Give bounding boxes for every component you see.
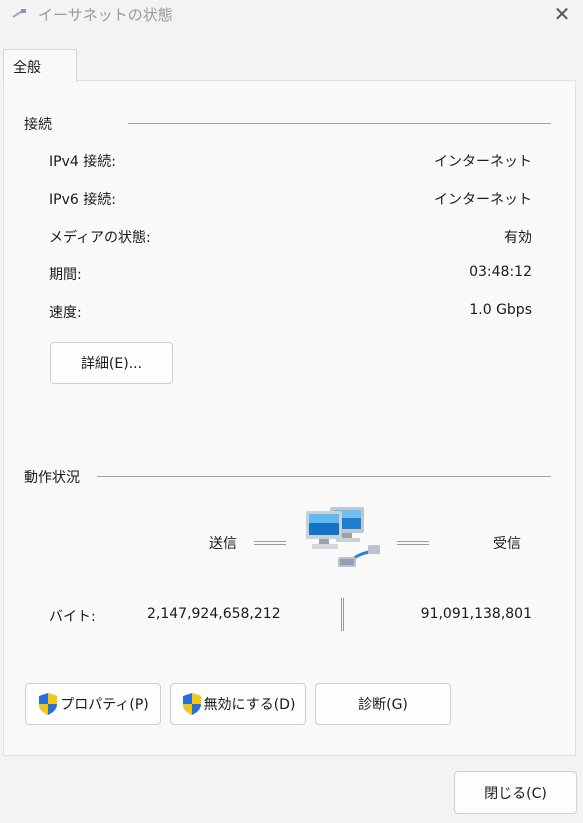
general-panel <box>3 80 576 756</box>
close-icon: ✕ <box>553 2 571 26</box>
network-cable-icon <box>12 9 26 18</box>
close-button-label: 閉じる(C) <box>484 785 547 802</box>
activity-group-line <box>97 476 551 477</box>
tab-general[interactable]: 全般 <box>3 49 77 82</box>
diagnose-button-label: 診断(G) <box>358 697 408 713</box>
duration-value: 03:48:12 <box>469 264 532 280</box>
uac-shield-icon <box>182 693 201 715</box>
diagnose-button[interactable]: 診断(G) <box>315 683 451 725</box>
details-button[interactable]: 詳細(E)... <box>50 342 173 384</box>
received-label: 受信 <box>493 536 521 552</box>
ipv4-value: インターネット <box>434 154 532 170</box>
media-state-label: メディアの状態: <box>49 230 151 246</box>
ipv6-label: IPv6 接続: <box>49 192 116 208</box>
title-bar: イーサネットの状態 ✕ <box>0 0 583 30</box>
properties-button[interactable]: プロパティ(P) <box>25 683 161 725</box>
disable-button[interactable]: 無効にする(D) <box>170 683 306 725</box>
connection-group-title: 接続 <box>24 117 52 133</box>
speed-value: 1.0 Gbps <box>469 302 532 318</box>
ipv4-label: IPv4 接続: <box>49 154 116 170</box>
received-activity-line <box>397 541 429 545</box>
close-window-button[interactable]: ✕ <box>551 3 573 25</box>
bytes-divider <box>341 598 344 631</box>
uac-shield-icon <box>39 693 58 715</box>
ipv6-value: インターネット <box>434 192 532 208</box>
activity-group-title: 動作状況 <box>24 470 80 486</box>
sent-label: 送信 <box>209 536 237 552</box>
network-computers-icon <box>306 507 380 567</box>
sent-activity-line <box>254 541 286 545</box>
details-button-label: 詳細(E)... <box>80 356 143 372</box>
disable-button-label: 無効にする(D) <box>203 697 296 713</box>
media-state-value: 有効 <box>504 230 532 246</box>
duration-label: 期間: <box>49 267 82 283</box>
tab-general-label: 全般 <box>13 60 41 76</box>
bytes-received-value: 91,091,138,801 <box>420 606 532 622</box>
window-title: イーサネットの状態 <box>38 6 173 24</box>
bytes-label: バイト: <box>49 609 96 625</box>
speed-label: 速度: <box>49 305 82 321</box>
close-button[interactable]: 閉じる(C) <box>454 771 577 814</box>
properties-button-label: プロパティ(P) <box>60 697 149 713</box>
connection-group-line <box>128 123 551 124</box>
bytes-sent-value: 2,147,924,658,212 <box>147 606 281 622</box>
